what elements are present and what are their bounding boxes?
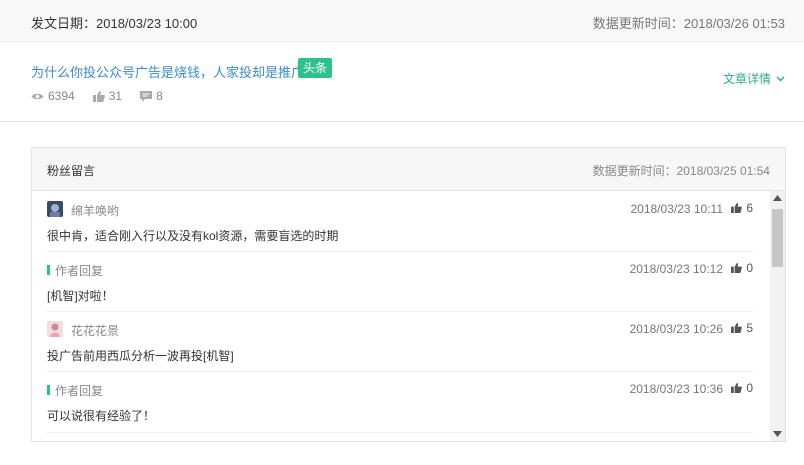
comment-list-scrollbar[interactable] <box>770 191 785 441</box>
thumbs-up-icon <box>731 383 743 393</box>
author-reply-item: 作者回复 2018/03/23 10:12 0 [机智]对啦！ <box>47 251 753 312</box>
views-stat: 6394 <box>31 89 75 103</box>
publish-date: 发文日期：2018/03/23 10:00 <box>31 16 198 31</box>
comment-likes: 0 <box>731 261 753 275</box>
headline-badge: 头条 <box>298 58 333 78</box>
comments-stat: 8 <box>140 89 163 103</box>
like-count: 0 <box>746 381 753 395</box>
comment-icon <box>140 90 153 102</box>
scroll-down-arrow-icon[interactable] <box>773 431 782 437</box>
panel-header: 粉丝留言 数据更新时间：2018/03/25 01:54 <box>32 148 785 191</box>
thumbs-up-icon <box>92 90 105 102</box>
fan-comments-panel: 粉丝留言 数据更新时间：2018/03/25 01:54 绵羊唤哟 2018/0… <box>31 147 786 442</box>
reply-marker <box>47 385 50 395</box>
avatar <box>47 201 63 217</box>
thumbs-up-icon <box>731 203 743 213</box>
comment-text: 投广告前用西瓜分析一波再投[机智] <box>47 349 234 363</box>
comment-text: 很中肯，适合刚入行以及没有kol资源，需要盲选的时期 <box>47 229 339 243</box>
thumbs-up-icon <box>731 263 743 273</box>
article-title[interactable]: 为什么你投公众号广告是烧钱，人家投却是推广？ <box>31 62 317 81</box>
scroll-up-arrow-icon[interactable] <box>773 195 782 201</box>
comments-count: 8 <box>156 89 163 103</box>
comment-item: 花花花景 2018/03/23 10:26 5 投广告前用西瓜分析一波再投[机智… <box>47 311 753 372</box>
chevron-down-icon <box>776 76 785 81</box>
comment-likes: 0 <box>731 381 753 395</box>
article-detail-toggle[interactable]: 文章详情 <box>723 70 785 87</box>
like-count: 6 <box>746 201 753 215</box>
comment-time: 2018/03/23 10:26 <box>629 322 723 336</box>
author-reply-label: 作者回复 <box>55 264 104 278</box>
commenter-name: 花花花景 <box>71 324 120 338</box>
comment-list: 绵羊唤哟 2018/03/23 10:11 6 很中肯，适合刚入行以及没有kol… <box>32 191 785 441</box>
top-bar: 发文日期：2018/03/23 10:00 数据更新时间：2018/03/26 … <box>0 0 804 42</box>
avatar <box>47 321 63 337</box>
comment-likes: 5 <box>731 321 753 335</box>
comment-item: 绵羊唤哟 2018/03/23 10:11 6 很中肯，适合刚入行以及没有kol… <box>47 191 753 252</box>
views-count: 6394 <box>48 89 75 103</box>
article-detail-label: 文章详情 <box>722 72 771 86</box>
comment-time: 2018/03/23 10:12 <box>629 262 723 276</box>
scrollbar-thumb[interactable] <box>772 209 783 267</box>
likes-stat: 31 <box>92 89 123 103</box>
commenter-name: 绵羊唤哟 <box>71 204 120 218</box>
like-count: 5 <box>746 321 753 335</box>
panel-update-time: 数据更新时间：2018/03/25 01:54 <box>592 164 770 178</box>
article-stats: 6394 31 8 <box>31 89 181 103</box>
like-count: 0 <box>746 261 753 275</box>
reply-text: 可以说很有经验了！ <box>47 409 156 423</box>
data-update-time: 数据更新时间：2018/03/26 01:53 <box>592 16 785 31</box>
likes-count: 31 <box>108 89 123 103</box>
comment-time: 2018/03/23 10:36 <box>629 382 723 396</box>
eye-icon <box>31 93 44 99</box>
article-summary: 为什么你投公众号广告是烧钱，人家投却是推广？ 头条 6394 31 8 文章详情 <box>0 42 804 122</box>
thumbs-up-icon <box>731 323 743 333</box>
reply-marker <box>47 265 50 275</box>
panel-title: 粉丝留言 <box>47 164 96 178</box>
author-reply-label: 作者回复 <box>55 384 104 398</box>
reply-text: [机智]对啦！ <box>47 289 114 303</box>
comment-likes: 6 <box>731 201 753 215</box>
comment-time: 2018/03/23 10:11 <box>630 202 723 216</box>
author-reply-item: 作者回复 2018/03/23 10:36 0 可以说很有经验了！ <box>47 371 753 433</box>
